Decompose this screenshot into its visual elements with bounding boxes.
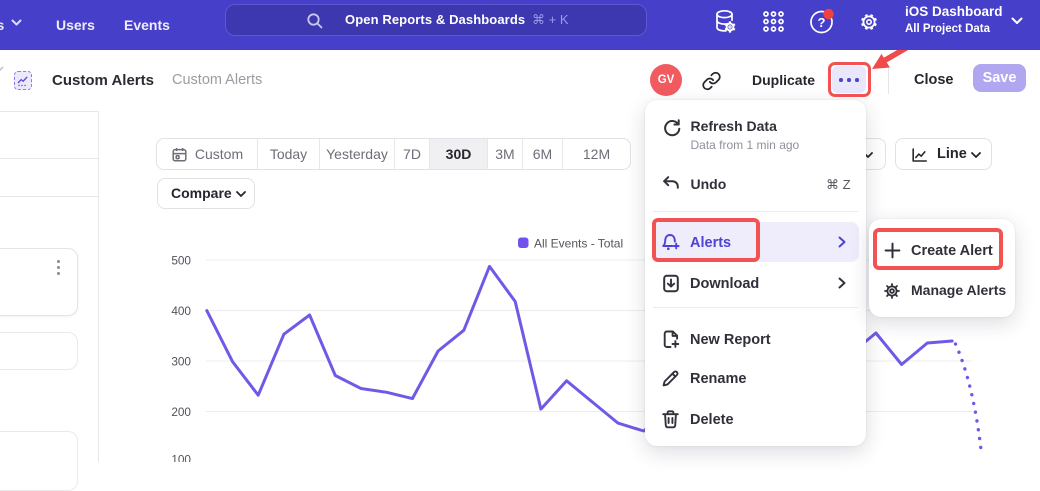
svg-text:400: 400 bbox=[171, 304, 191, 318]
svg-text:500: 500 bbox=[171, 254, 191, 268]
svg-text:All Events - Total: All Events - Total bbox=[534, 237, 623, 251]
svg-text:200: 200 bbox=[171, 405, 191, 419]
svg-text:?: ? bbox=[818, 15, 826, 30]
svg-text:100: 100 bbox=[171, 453, 191, 463]
svg-text:300: 300 bbox=[171, 355, 191, 369]
